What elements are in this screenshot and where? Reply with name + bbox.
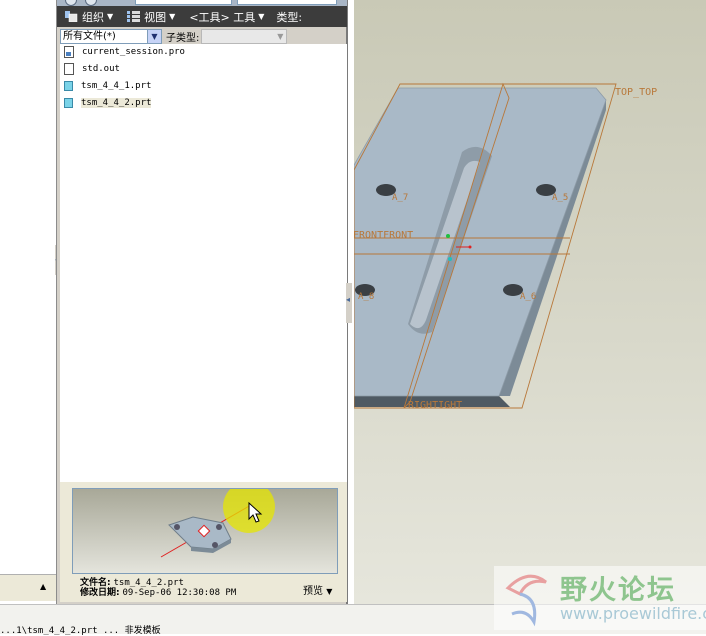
file-name: std.out (82, 64, 120, 74)
organize-label: 组织 (82, 10, 104, 24)
graphics-viewport[interactable]: TOP_TOP FRONTFRONT RIGHTIGHT A_7 A_5 A_8… (354, 0, 706, 604)
file-info: 文件名: tsm_4_4_2.prt 修改日期: 09-Sep-06 12:30… (80, 578, 236, 598)
chevron-down-icon: ▼ (258, 12, 265, 21)
organize-icon (65, 11, 78, 22)
search-field[interactable] (237, 0, 337, 5)
view-icon (127, 11, 141, 22)
list-item-selected[interactable]: tsm_4_4_2.prt (64, 95, 152, 111)
text-file-icon (64, 63, 74, 75)
preview-area: 文件名: tsm_4_4_2.prt 修改日期: 09-Sep-06 12:30… (60, 482, 347, 602)
list-item[interactable]: current_session.pro (64, 44, 185, 60)
watermark-url: www.proewildfire.cn (560, 604, 706, 623)
dropdown-arrow-icon[interactable]: ▼ (147, 29, 161, 43)
watermark-logo-icon (505, 574, 547, 627)
modified-value: 09-Sep-06 12:30:08 PM (122, 588, 237, 598)
type-column-label: 类型: (276, 10, 303, 24)
main-window-left-panel: ◂ (0, 0, 59, 600)
part-file-icon (64, 81, 73, 91)
axis-label-a7: A_7 (392, 193, 409, 203)
message-text: ...1\tsm_4_4_2.prt ... 非发模板 (0, 626, 161, 636)
list-item[interactable]: std.out (64, 61, 120, 77)
chevron-down-icon: ▼ (326, 587, 333, 596)
file-browser-panel: 组织 ▼ 视图 ▼ <工具> 工具 ▼ 类型: 所有文件(*) ▼ 子类型: ▼ (56, 0, 348, 604)
subtype-label: 子类型: (166, 32, 200, 44)
watermark-name: 野火论坛 (560, 575, 676, 606)
file-name: tsm_4_4_1.prt (81, 81, 152, 91)
browser-toolbar: 组织 ▼ 视图 ▼ <工具> 工具 ▼ 类型: (57, 6, 347, 27)
filter-row: 所有文件(*) ▼ 子类型: ▼ (60, 28, 347, 44)
dropdown-arrow-icon[interactable]: ▼ (274, 30, 286, 43)
preview-toggle-button[interactable]: 预览 ▼ (303, 582, 332, 597)
filename-value: tsm_4_4_2.prt (113, 578, 184, 588)
part-thumbnail (160, 489, 275, 558)
tools-menu[interactable]: <工具> 工具 ▼ (189, 9, 264, 25)
datum-label-front: FRONTFRONT (354, 230, 414, 241)
axis-label-a5: A_5 (552, 193, 569, 203)
chevron-down-icon: ▼ (107, 12, 114, 21)
organize-menu[interactable]: 组织 ▼ (65, 9, 113, 25)
part-file-icon (64, 98, 73, 108)
list-item[interactable]: tsm_4_4_1.prt (64, 78, 151, 94)
thumbnail-preview (72, 488, 338, 574)
browser-splitter[interactable]: ◂ (346, 283, 352, 323)
view-menu[interactable]: 视图 ▼ (127, 9, 175, 25)
tools-label: <工具> 工具 (189, 10, 256, 24)
filename-label: 文件名: (80, 578, 111, 588)
axis-label-a6: A_6 (520, 292, 537, 302)
file-type-select[interactable]: 所有文件(*) ▼ (60, 28, 162, 44)
file-list: current_session.pro std.out tsm_4_4_1.pr… (60, 44, 347, 482)
preview-button-label: 预览 (303, 586, 323, 597)
watermark: 野火论坛 www.proewildfire.cn (494, 566, 706, 630)
address-field[interactable] (135, 0, 232, 5)
csys-point-icon (448, 257, 452, 261)
view-label: 视图 (144, 10, 167, 24)
up-arrow-icon[interactable]: ▲ (40, 582, 46, 591)
part-top-face (354, 87, 607, 397)
chevron-down-icon: ▼ (169, 12, 176, 21)
modified-label: 修改日期: (80, 588, 120, 598)
csys-point-icon (446, 234, 450, 238)
subtype-select[interactable]: ▼ (201, 28, 288, 44)
datum-label-top: TOP_TOP (615, 87, 658, 98)
file-name: tsm_4_4_2.prt (81, 98, 152, 108)
file-type-value: 所有文件(*) (63, 30, 116, 42)
axis-label-a8: A_8 (358, 292, 375, 302)
pro-file-icon (64, 46, 74, 58)
collapse-right-icon: ◂ (346, 295, 351, 304)
file-name: current_session.pro (82, 47, 185, 57)
left-status-cell: ▲ (0, 574, 56, 601)
datum-label-right: RIGHTIGHT (408, 400, 463, 411)
